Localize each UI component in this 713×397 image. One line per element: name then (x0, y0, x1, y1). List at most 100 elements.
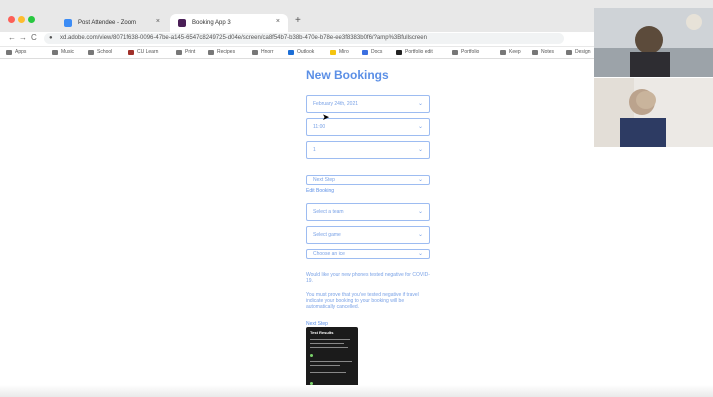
bookmark-culearn[interactable]: CU Learn (128, 49, 158, 55)
folder-icon (252, 49, 258, 55)
url-bar[interactable]: ● xd.adobe.com/view/8071f638-0096-47be-a… (44, 33, 564, 44)
count-select[interactable]: 1 ⌄ (306, 141, 430, 159)
bookmark-label: Portfolio (461, 49, 480, 55)
bookmark-label: Apps (15, 49, 27, 55)
bookmark-label: Recipes (217, 49, 236, 55)
bookmark-label: Docs (371, 49, 383, 55)
tab-label: Booking App 3 (192, 20, 231, 26)
count-value: 1 (313, 147, 316, 153)
bookmark-hnorr[interactable]: Hnorr (252, 49, 274, 55)
cu-icon (128, 49, 134, 55)
bookmark-outlook[interactable]: Outlook (288, 49, 314, 55)
chevron-down-icon: ⌄ (417, 209, 423, 215)
docs-icon (362, 49, 368, 55)
close-window-icon[interactable] (8, 16, 15, 23)
bookmark-label: Hnorr (261, 49, 274, 55)
bookmark-label: Music (61, 49, 75, 55)
bookmark-keep[interactable]: Keep (500, 49, 521, 55)
phone-text-line (310, 343, 344, 344)
bookmark-label: Miro (339, 49, 349, 55)
cancellation-note: You must prove that you've tested negati… (306, 292, 419, 310)
chevron-down-icon: ⌄ (417, 232, 423, 238)
ice-select[interactable]: Choose an ice ⌄ (306, 249, 430, 259)
chevron-down-icon: ⌄ (417, 177, 423, 183)
bookmark-print[interactable]: Print (176, 49, 195, 55)
miro-icon (330, 49, 336, 55)
date-select[interactable]: February 24th, 2021 ⌄ (306, 95, 430, 113)
phone-text-line (310, 361, 352, 362)
ice-value: Choose an ice (313, 251, 345, 257)
bookmark-design[interactable]: Design (566, 49, 591, 55)
folder-icon (88, 49, 94, 55)
folder-icon (532, 49, 538, 55)
lock-icon: ● (49, 35, 53, 41)
phone-text-line (310, 339, 350, 340)
bookmark-docs[interactable]: Docs (362, 49, 382, 55)
bookmark-label: Notes (541, 49, 555, 55)
folder-icon (52, 49, 58, 55)
covid-note: Would like your new phones tested negati… (306, 272, 430, 284)
bookmark-label: Print (185, 49, 196, 55)
folder-icon (208, 49, 214, 55)
team-select[interactable]: Select a team ⌄ (306, 203, 430, 221)
tab-label: Post Attendee - Zoom (78, 20, 137, 26)
page-title: New Bookings (306, 68, 389, 82)
bookmark-label: School (97, 49, 113, 55)
video-tile-1 (594, 8, 713, 77)
chevron-down-icon: ⌄ (417, 101, 423, 107)
chevron-down-icon: ⌄ (417, 251, 423, 257)
close-tab-icon[interactable]: × (276, 18, 280, 25)
participant-video-1 (594, 8, 713, 77)
portfolio-icon (452, 49, 458, 55)
bookmark-label: CU Learn (137, 49, 159, 55)
phone-text-line (310, 372, 346, 373)
chevron-down-icon: ⌄ (417, 147, 423, 153)
bookmark-label: Portfolio edit (405, 49, 433, 55)
game-value: Select game (313, 232, 341, 238)
bookmark-portfolio-edit[interactable]: Portfolio edit (396, 49, 433, 55)
mouse-cursor-icon: ➤ (322, 112, 330, 122)
video-tile-2 (594, 78, 713, 147)
edit-booking-link[interactable]: Edit Booking (306, 188, 334, 194)
bookmark-school[interactable]: School (88, 49, 112, 55)
bookmark-apps[interactable]: Apps (6, 49, 26, 55)
participant-video-2 (594, 78, 713, 147)
bookmark-label: Keep (509, 49, 521, 55)
date-value: February 24th, 2021 (313, 101, 359, 107)
xd-favicon-icon (178, 19, 186, 27)
portfolio-icon (396, 49, 402, 55)
plus-icon (176, 49, 182, 55)
new-tab-button[interactable]: + (295, 15, 301, 26)
folder-icon (566, 49, 572, 55)
bookmark-label: Outlook (297, 49, 315, 55)
tab-booking[interactable]: Booking App 3 × (170, 14, 288, 32)
bookmark-music[interactable]: Music (52, 49, 74, 55)
chevron-down-icon: ⌄ (417, 124, 423, 130)
bookmark-miro[interactable]: Miro (330, 49, 349, 55)
bookmark-recipes[interactable]: Recipes (208, 49, 235, 55)
outlook-icon (288, 49, 294, 55)
forward-icon[interactable]: → (19, 33, 27, 42)
phone-text-line (310, 365, 340, 366)
apps-grid-icon (6, 49, 12, 55)
bookmark-portfolio[interactable]: Portfolio (452, 49, 479, 55)
phone-title: Test Results (310, 330, 334, 335)
minimize-window-icon[interactable] (18, 16, 25, 23)
reload-icon[interactable]: C (31, 33, 37, 42)
time-value: 11:00 (313, 124, 326, 130)
back-icon[interactable]: ← (8, 33, 16, 42)
tab-zoom[interactable]: Post Attendee - Zoom × (56, 14, 168, 32)
url-text: xd.adobe.com/view/8071f638-0096-47be-a14… (60, 35, 427, 41)
close-tab-icon[interactable]: × (156, 18, 160, 25)
team-value: Select a team (313, 209, 344, 215)
game-select[interactable]: Select game ⌄ (306, 226, 430, 244)
page-bottom-shadow (0, 385, 713, 397)
folder-icon (500, 49, 506, 55)
bookmark-label: Design (575, 49, 591, 55)
next-step-label: Next Step (313, 177, 335, 183)
bookmark-notes[interactable]: Notes (532, 49, 554, 55)
phone-text-line (310, 347, 348, 348)
status-dot-icon (310, 354, 313, 357)
maximize-window-icon[interactable] (28, 16, 35, 23)
next-step-button[interactable]: Next Step ⌄ (306, 175, 430, 185)
